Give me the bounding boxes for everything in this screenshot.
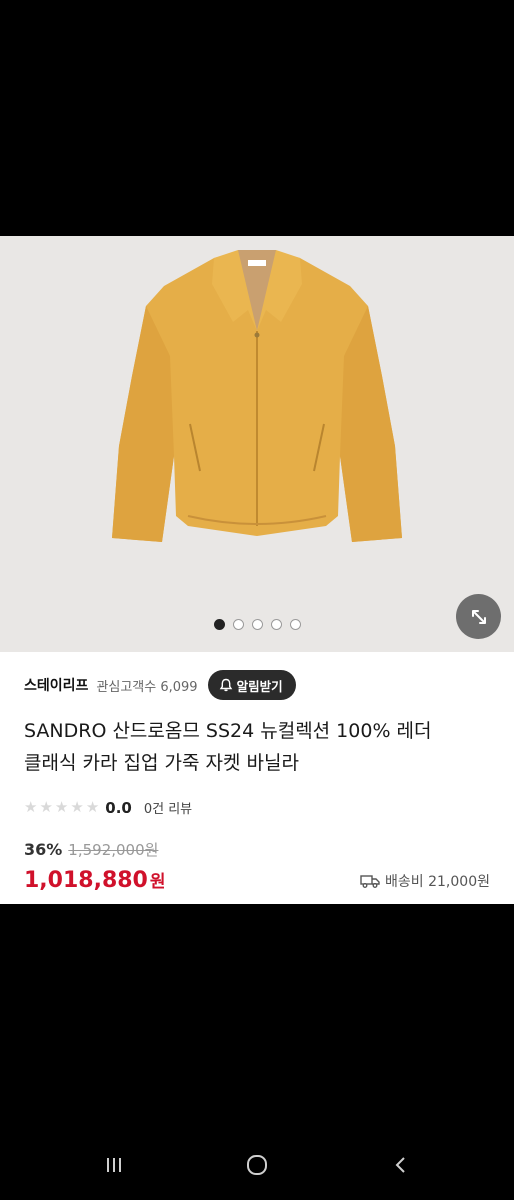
truck-icon [360,875,380,888]
product-image-gallery[interactable] [0,236,514,652]
currency-unit: 원 [149,872,166,892]
discount-percent: 36% [24,840,63,859]
rating-row[interactable]: ★ ★ ★ ★ ★ 0.0 0건 리뷰 [24,798,192,818]
top-blank-area [0,0,514,236]
alert-button-label: 알림받기 [236,678,283,694]
rating-stars: ★ ★ ★ ★ ★ [24,800,99,815]
pagination-dot[interactable] [232,619,244,630]
star-icon: ★ [39,798,53,816]
home-button[interactable] [242,1150,272,1180]
watchers-count: 관심고객수 6,099 [96,679,198,695]
sale-price: 1,018,880 [24,868,148,893]
product-title: SANDRO 산드로옴므 SS24 뉴컬렉션 100% 레더 클래식 카라 집업… [24,715,494,779]
recents-button[interactable] [99,1150,129,1180]
system-navigation-bar [0,1130,514,1200]
pagination-dot[interactable] [213,619,225,630]
star-icon: ★ [70,798,84,816]
star-icon: ★ [85,798,100,816]
discount-row: 36% 1,592,000원 [24,839,158,860]
pagination-dot[interactable] [251,619,263,630]
alert-subscribe-button[interactable]: 알림받기 [207,670,296,700]
star-icon: ★ [24,798,38,816]
pagination-dot[interactable] [270,619,282,630]
pagination-dot[interactable] [289,619,301,630]
shipping-fee: 배송비 21,000원 [360,871,490,891]
recents-icon [107,1158,121,1172]
seller-row: 스테이리프 관심고객수 6,099 알림받기 [24,670,296,700]
rating-value: 0.0 [105,798,132,817]
shipping-fee-label: 배송비 21,000원 [385,874,490,890]
home-icon [247,1155,267,1175]
expand-icon [471,609,486,624]
product-info-panel: 스테이리프 관심고객수 6,099 알림받기 SANDRO 산드로옴므 SS24… [0,652,514,904]
product-title-line2: 클래식 카라 집업 가죽 자켓 바닐라 [24,752,299,774]
star-icon: ★ [54,798,69,816]
jacket-image [112,250,402,542]
expand-button[interactable] [456,594,501,639]
original-price: 1,592,000원 [68,841,159,859]
review-count[interactable]: 0건 리뷰 [144,798,192,817]
price-row: 1,018,880 원 [24,867,166,893]
back-icon [395,1157,405,1173]
bell-icon [219,678,232,692]
product-title-line1: SANDRO 산드로옴므 SS24 뉴컬렉션 100% 레더 [24,720,432,742]
seller-name[interactable]: 스테이리프 [24,675,88,695]
gallery-pagination [0,619,514,630]
back-button[interactable] [386,1150,416,1180]
